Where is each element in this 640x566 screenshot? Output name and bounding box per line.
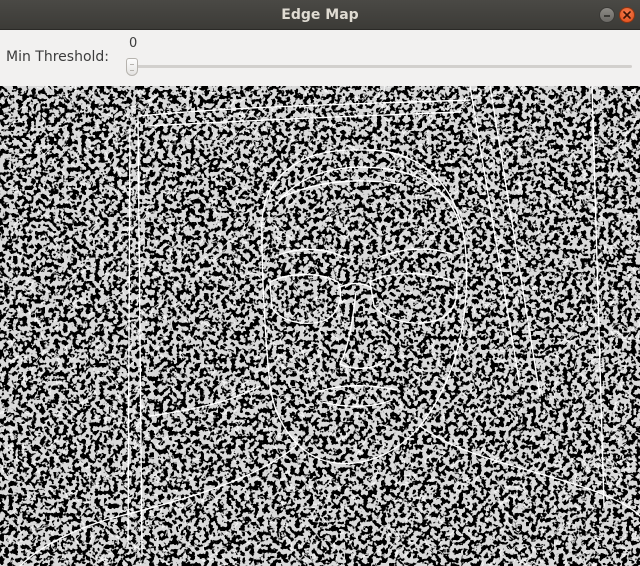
threshold-slider-track[interactable] — [128, 65, 632, 68]
minimize-button[interactable] — [599, 7, 615, 23]
threshold-label: Min Threshold: — [6, 49, 110, 65]
close-button[interactable] — [619, 7, 635, 23]
edge-map-image — [0, 86, 640, 566]
close-icon — [623, 11, 631, 19]
title-bar[interactable]: Edge Map — [0, 0, 640, 30]
threshold-toolbar: Min Threshold: 0 — [0, 30, 640, 86]
edge-map-canvas — [0, 86, 640, 566]
window-title: Edge Map — [281, 7, 359, 23]
threshold-slider-handle[interactable] — [126, 58, 138, 76]
app-window: Edge Map Min Threshold: 0 — [0, 0, 640, 566]
threshold-value: 0 — [129, 36, 138, 51]
